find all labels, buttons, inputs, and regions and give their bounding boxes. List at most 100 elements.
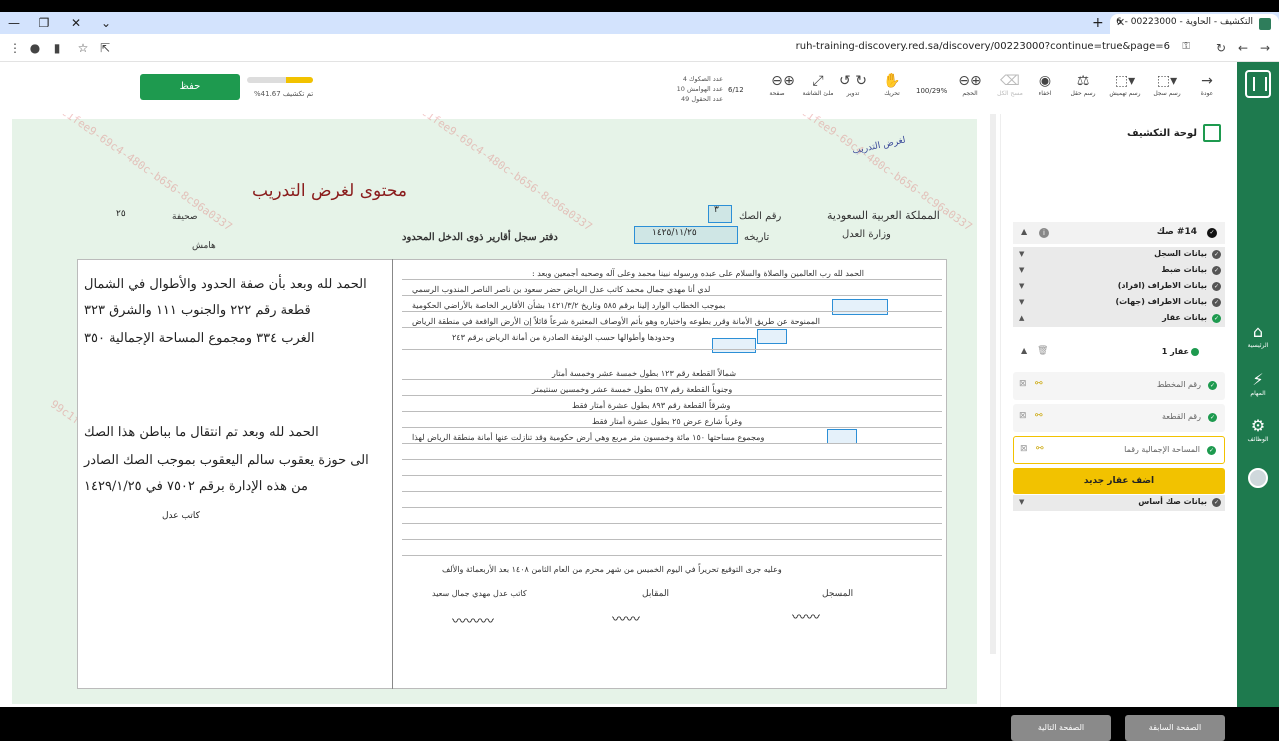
tool-back[interactable]: → عودة [1194,72,1220,108]
add-property-button[interactable]: اضف عقار جديد [1013,468,1225,494]
register-title: دفتر سجل أقارير ذوى الدخل المحدود [402,232,558,243]
minimize-icon[interactable]: — [2,14,26,32]
tool-hide[interactable]: ◉ اخفاء [1032,72,1058,108]
tool-draw-margin[interactable]: ⬚▾ رسم تهميش [1106,72,1144,108]
section-control-data[interactable]: ✓ بيانات ضبط ▼ [1013,263,1225,279]
body-rule [402,507,942,508]
check-icon: ✓ [1208,381,1217,390]
document-viewer[interactable]: 99c1fee9-69c4-480c-b656-8c96a0337 99c1fe… [0,114,995,704]
chevron-up-icon[interactable]: ▲ [1021,227,1027,236]
tool-clear-all[interactable]: ⌫ مسح الكل [994,72,1026,108]
field-highlight[interactable] [832,299,888,315]
section-record-data[interactable]: ✓ بيانات السجل ▼ [1013,247,1225,263]
eye-off-icon: ◉ [1038,73,1052,89]
app-area: حفظ تم تكشيف 41.67% عدد الصكوك 4 عدد اله… [0,62,1237,741]
close-icon[interactable]: ⊠ [1019,379,1027,389]
page-value: ٢٥ [116,209,126,219]
field-highlight[interactable] [827,429,857,444]
check-icon: ✓ [1212,498,1221,507]
nav-home[interactable]: ⌂ الرئيسية [1237,322,1279,349]
body-rule [402,311,942,312]
back-icon[interactable]: → [1256,39,1274,57]
link-icon[interactable]: ⚯ [1035,411,1043,421]
menu-dots-icon[interactable]: ⋮ [6,39,24,57]
chevron-up-icon[interactable]: ▲ [1021,346,1027,355]
check-icon: ✓ [1212,298,1221,307]
tool-fullscreen[interactable]: ⤢ ملئ الشاشة [802,72,834,108]
sidebar-icon[interactable]: ▮ [48,39,66,57]
draw-record-icon: ⬚▾ [1156,73,1178,89]
field-total-area[interactable]: ✓ المساحة الإجمالية رقما ⚯ ⊠ [1013,436,1225,464]
body-line: الممنوحة عن طريق الأمانة وقرر بطوعه واخت… [412,317,821,326]
fields-count: عدد الحقول 49 [681,95,723,103]
body-rule [402,349,942,350]
signature-scribble: 〰〰 [612,612,640,628]
field-plan-number[interactable]: ✓ رقم المخطط ⚯ ⊠ [1013,372,1225,400]
field-highlight[interactable] [712,338,756,353]
tool-zoom[interactable]: ⊖⊕ الحجم [952,72,988,108]
field-highlight[interactable] [757,329,787,344]
chevron-down-icon: ▼ [1019,266,1025,274]
deed-number-value: ٣ [714,205,719,215]
section-base-deed[interactable]: ✓ بيانات صك أساس ▼ [1013,495,1225,511]
section-parties-individuals[interactable]: ✓ بيانات الاطراف (افراد) ▼ [1013,279,1225,295]
profile-icon[interactable]: ● [26,39,44,57]
fullscreen-icon: ⤢ [812,73,824,89]
new-tab-icon[interactable]: + [1092,15,1104,31]
progress-fill [285,77,313,83]
draw-margin-icon: ⬚▾ [1114,73,1136,89]
close-icon[interactable]: ⊠ [1019,411,1027,421]
deed-row[interactable]: ✓ #14 صك i ▲ [1013,222,1225,244]
field-plot-number[interactable]: ✓ رقم القطعة ⚯ ⊠ [1013,404,1225,432]
tool-pan[interactable]: ✋ تحريك [878,72,906,108]
margin-note: الى حوزة يعقوب سالم اليعقوب بموجب الصك ا… [84,453,369,468]
chevron-down-icon: ▼ [1019,282,1025,290]
counts-block: عدد الصكوك 4 عدد الهوامش 10 عدد الحقول 4… [665,74,723,104]
avatar[interactable] [1248,468,1268,488]
viewer-scrollbar[interactable] [990,114,996,654]
document-image: 99c1fee9-69c4-480c-b656-8c96a0337 99c1fe… [12,114,977,704]
browser-tab[interactable]: ✕ التكشيف - الحاوية - 00223000 - 6 [1110,14,1279,34]
save-button[interactable]: حفظ [140,74,240,100]
tab-search-icon[interactable]: ⌄ [94,14,118,32]
tool-page-up[interactable]: ⊕ [782,72,796,108]
share-icon[interactable]: ⇱ [96,39,114,57]
body-line: وجنوباً القطعة رقم ٥٦٧ بطول خمسة عشر وخم… [532,385,733,394]
previous-page-button[interactable]: الصفحة السابقة [1125,715,1225,741]
tab-favicon-icon [1259,18,1271,30]
tool-draw-record[interactable]: ⬚▾ رسم سجل [1150,72,1184,108]
next-page-button[interactable]: الصفحة التالية [1011,715,1111,741]
gear-icon: ⚙ [1250,416,1266,435]
eraser-icon: ⌫ [1000,73,1020,89]
site-info-icon[interactable]: ⚿ [1182,41,1190,52]
address-bar[interactable]: ruh-training-discovery.red.sa/discovery/… [120,38,1200,58]
trash-icon[interactable]: 🗑 [1037,346,1048,356]
nav-tasks[interactable]: ⚡ المهام [1237,370,1279,397]
tool-rotate[interactable]: ↺ ↻ تدوير [836,72,870,108]
section-parties-entities[interactable]: ✓ بيانات الاطراف (جهات) ▼ [1013,295,1225,311]
signature-reviewer: المقابل [642,589,670,599]
link-icon[interactable]: ⚯ [1035,379,1043,389]
deed-number-label: رقم الصك [739,211,782,222]
reload-icon[interactable]: ↻ [1212,39,1230,57]
margins-count: عدد الهوامش 10 [676,85,723,93]
bookmark-star-icon[interactable]: ☆ [74,39,92,57]
nav-jobs[interactable]: ⚙ الوظائف [1237,416,1279,443]
tool-draw-field[interactable]: ⚖ رسم حقل [1066,72,1100,108]
deed-number-box[interactable] [708,205,732,223]
progress-bar [247,77,313,83]
hand-icon: ✋ [883,73,901,89]
close-window-icon[interactable]: ✕ [64,14,88,32]
property-card[interactable]: عقار 1 🗑 ▲ [1013,339,1225,369]
restore-icon[interactable]: ❐ [32,14,56,32]
close-icon[interactable]: ⊠ [1020,444,1028,454]
body-rule [402,459,942,460]
body-rule [402,475,942,476]
section-property-data[interactable]: ✓ بيانات عقار ▲ [1013,311,1225,327]
link-icon[interactable]: ⚯ [1036,444,1044,454]
progress-label: تم تكشيف 41.67% [254,90,314,98]
body-line: وشرقاً القطعة رقم ٨٩٣ بطول عشرة أمتار فق… [572,401,731,410]
body-rule [402,395,942,396]
info-icon[interactable]: i [1039,228,1049,238]
forward-icon[interactable]: ← [1234,39,1252,57]
